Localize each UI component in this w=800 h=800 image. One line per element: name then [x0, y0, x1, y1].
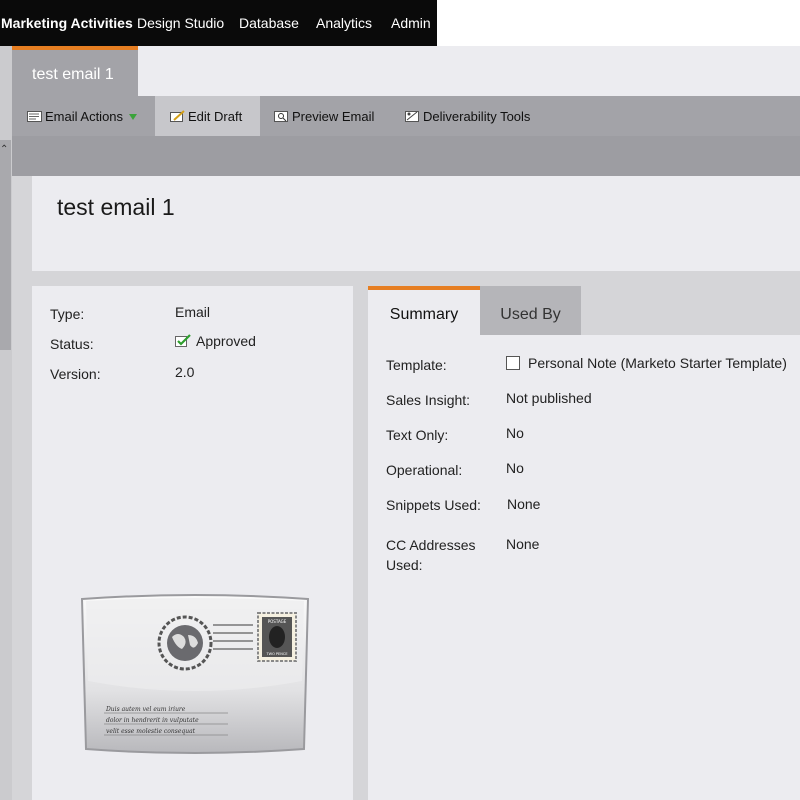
sales-insight-label: Sales Insight:: [386, 392, 471, 408]
envelope-line-3: velit esse molestie consequat: [106, 728, 196, 735]
top-nav-blank: [437, 0, 800, 46]
preview-email-icon: [274, 111, 288, 122]
sales-insight-value: Not published: [506, 390, 592, 406]
cc-addresses-label: CC Addresses Used:: [386, 537, 476, 573]
stamp-top-text: POSTAGE: [268, 619, 287, 624]
status-text: Approved: [196, 333, 256, 349]
email-actions-label: Email Actions: [45, 108, 124, 124]
snippets-value: None: [507, 496, 541, 512]
cc-addresses-value: None: [506, 536, 540, 552]
preview-email-button[interactable]: Preview Email: [274, 96, 374, 136]
text-only-label: Text Only:: [386, 427, 449, 443]
tab-used-by[interactable]: Used By: [480, 286, 581, 335]
nav-design-studio[interactable]: Design Studio: [137, 15, 224, 31]
left-scrollbar[interactable]: [0, 140, 11, 350]
envelope-line-1: Duis autem vel eum iriure: [105, 706, 186, 713]
top-nav-menu: Marketing Activities Design Studio Datab…: [0, 0, 437, 46]
text-only-value: No: [506, 425, 524, 441]
deliverability-tools-button[interactable]: Deliverability Tools: [405, 96, 530, 136]
approved-check-icon: [175, 334, 191, 347]
tab-summary[interactable]: Summary: [368, 286, 480, 335]
edit-draft-label: Edit Draft: [188, 108, 243, 124]
page-title: test email 1: [57, 194, 175, 220]
dropdown-arrow-icon: [129, 114, 138, 120]
operational-label: Operational:: [386, 462, 463, 478]
envelope-line-2: dolor in hendrerit in vulputate: [106, 717, 199, 724]
document-tab-label: test email 1: [32, 66, 114, 83]
toolbar: Email Actions Edit Draft Preview Email D…: [12, 96, 800, 136]
info-panel: Type: Email Status: Approved Version: 2.…: [32, 286, 353, 800]
deliverability-tools-icon: [405, 111, 419, 122]
version-label: Version:: [50, 366, 101, 382]
type-label: Type:: [50, 306, 85, 322]
nav-marketing-activities[interactable]: Marketing Activities: [1, 15, 133, 31]
email-actions-button[interactable]: Email Actions: [27, 96, 138, 136]
type-value: Email: [175, 304, 211, 320]
envelope-illustration: POSTAGE TWO PENCE Duis autem vel eum iri…: [80, 594, 310, 754]
template-icon: [506, 356, 520, 370]
top-nav: Marketing Activities Design Studio Datab…: [0, 0, 800, 46]
template-label: Template:: [386, 357, 447, 373]
nav-analytics[interactable]: Analytics: [316, 15, 372, 31]
nav-admin[interactable]: Admin: [391, 15, 431, 31]
operational-value: No: [506, 460, 524, 476]
status-value: Approved: [175, 333, 256, 349]
stamp-bottom-text: TWO PENCE: [265, 652, 287, 656]
title-panel: test email 1: [32, 176, 800, 271]
nav-database[interactable]: Database: [239, 15, 299, 31]
template-link[interactable]: Personal Note (Marketo Starter Template): [528, 355, 787, 371]
email-actions-icon: [27, 111, 42, 122]
preview-email-label: Preview Email: [292, 108, 375, 124]
template-value: Personal Note (Marketo Starter Template): [506, 355, 787, 371]
edit-draft-icon: [170, 110, 185, 122]
summary-panel: Summary Used By Template: Personal Note …: [368, 286, 800, 800]
snippets-label: Snippets Used:: [386, 497, 481, 513]
collapse-arrow-icon[interactable]: ⌃: [0, 144, 8, 155]
summary-tabs: Summary Used By: [368, 286, 800, 335]
deliverability-tools-label: Deliverability Tools: [423, 108, 531, 124]
sub-toolbar: [12, 136, 800, 176]
document-tab[interactable]: test email 1: [12, 46, 138, 96]
version-value: 2.0: [175, 364, 195, 380]
edit-draft-button[interactable]: Edit Draft: [155, 96, 260, 136]
status-label: Status:: [50, 336, 94, 352]
